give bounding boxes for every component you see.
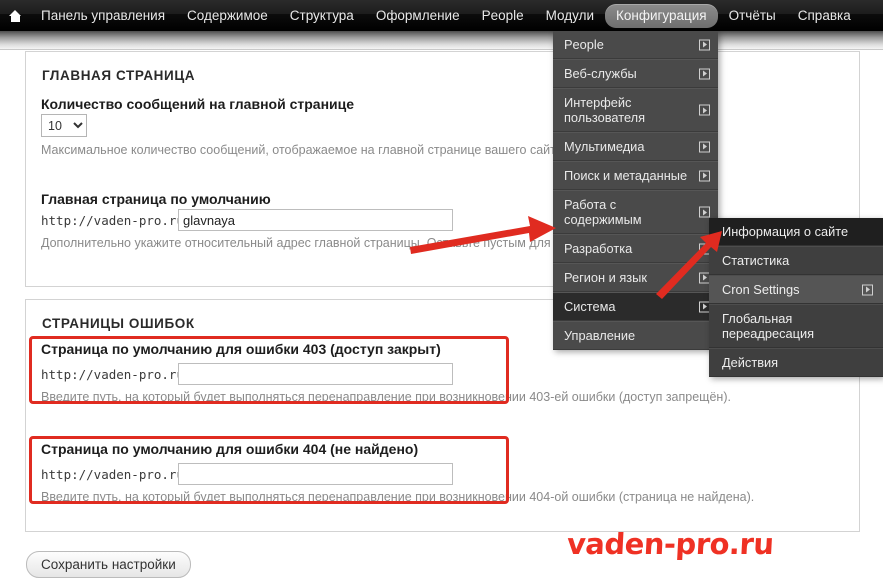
submenu-item-global-redirect[interactable]: Глобальная переадресация [709, 304, 883, 348]
watermark: vaden-pro.ru [566, 527, 775, 561]
submenu-item-statistics[interactable]: Статистика [709, 246, 883, 275]
submenu-item-actions[interactable]: Действия [709, 348, 883, 377]
menu-item-regional-language[interactable]: Регион и язык [553, 263, 718, 292]
error-403-input[interactable] [178, 363, 453, 385]
submenu-item-cron-settings[interactable]: Cron Settings [709, 275, 883, 304]
submenu-arrow-icon [699, 206, 710, 218]
menu-item-label: Мультимедиа [564, 139, 645, 154]
configuration-dropdown-menu: People Веб-службы Интерфейс пользователя… [553, 31, 718, 350]
submenu-item-site-information[interactable]: Информация о сайте [709, 218, 883, 246]
submenu-arrow-icon [699, 104, 710, 116]
save-settings-button[interactable]: Сохранить настройки [26, 551, 191, 578]
error-404-label: Страница по умолчанию для ошибки 404 (не… [41, 441, 419, 457]
menu-item-label: Система [564, 299, 616, 314]
default-front-page-label: Главная страница по умолчанию [41, 191, 271, 207]
front-page-section-title: ГЛАВНАЯ СТРАНИЦА [42, 68, 196, 83]
menu-item-multimedia[interactable]: Мультимедиа [553, 132, 718, 161]
menu-item-label: People [564, 37, 604, 52]
error-404-url-prefix: http://vaden-pro.ru/ [41, 467, 192, 482]
toolbar-item-reports[interactable]: Отчёты [718, 4, 787, 28]
menu-item-development[interactable]: Разработка [553, 234, 718, 263]
error-404-input[interactable] [178, 463, 453, 485]
submenu-item-label: Статистика [722, 253, 790, 268]
default-front-page-url-prefix: http://vaden-pro.ru/ [41, 213, 192, 228]
posts-count-select[interactable]: 10 [41, 114, 87, 137]
posts-count-label: Количество сообщений на главной странице [41, 96, 355, 112]
menu-item-label: Работа с содержимым [564, 197, 642, 227]
error-403-url-prefix: http://vaden-pro.ru/ [41, 367, 192, 382]
menu-item-label: Интерфейс пользователя [564, 95, 646, 125]
toolbar-item-configuration[interactable]: Конфигурация [605, 3, 718, 28]
menu-item-user-interface[interactable]: Интерфейс пользователя [553, 88, 718, 132]
toolbar-item-appearance[interactable]: Оформление [365, 4, 471, 28]
system-submenu: Информация о сайте Статистика Cron Setti… [709, 218, 883, 377]
menu-item-content-authoring[interactable]: Работа с содержимым [553, 190, 718, 234]
submenu-item-label: Cron Settings [722, 282, 800, 297]
toolbar-item-modules[interactable]: Модули [535, 4, 605, 28]
page-header-strip [0, 31, 883, 49]
menu-item-label: Разработка [564, 241, 633, 256]
submenu-item-label: Действия [722, 355, 779, 370]
toolbar-item-help[interactable]: Справка [787, 4, 862, 28]
header-divider [0, 49, 883, 50]
error-403-label: Страница по умолчанию для ошибки 403 (до… [41, 341, 441, 357]
submenu-arrow-icon [862, 284, 873, 295]
home-button[interactable] [0, 0, 30, 31]
menu-item-people[interactable]: People [553, 31, 718, 59]
submenu-arrow-icon [699, 39, 710, 50]
default-front-page-input[interactable] [178, 209, 453, 231]
admin-toolbar: Панель управления Содержимое Структура О… [0, 0, 883, 31]
toolbar-item-people[interactable]: People [471, 4, 535, 28]
submenu-arrow-icon [699, 170, 710, 181]
menu-item-administration[interactable]: Управление [553, 321, 718, 350]
menu-item-label: Управление [564, 328, 636, 343]
toolbar-item-content[interactable]: Содержимое [176, 4, 279, 28]
toolbar-item-structure[interactable]: Структура [279, 4, 365, 28]
submenu-item-label: Глобальная переадресация [722, 311, 815, 341]
home-icon [8, 9, 22, 22]
posts-count-description: Максимальное количество сообщений, отобр… [41, 143, 567, 157]
submenu-item-label: Информация о сайте [722, 224, 849, 239]
menu-item-label: Поиск и метаданные [564, 168, 688, 183]
menu-item-system[interactable]: Система [553, 292, 718, 321]
toolbar-item-dashboard[interactable]: Панель управления [30, 4, 176, 28]
submenu-arrow-icon [699, 68, 710, 79]
menu-item-label: Регион и язык [564, 270, 647, 285]
menu-item-search-metadata[interactable]: Поиск и метаданные [553, 161, 718, 190]
submenu-arrow-icon [699, 141, 710, 152]
menu-item-label: Веб-службы [564, 66, 637, 81]
menu-item-web-services[interactable]: Веб-службы [553, 59, 718, 88]
